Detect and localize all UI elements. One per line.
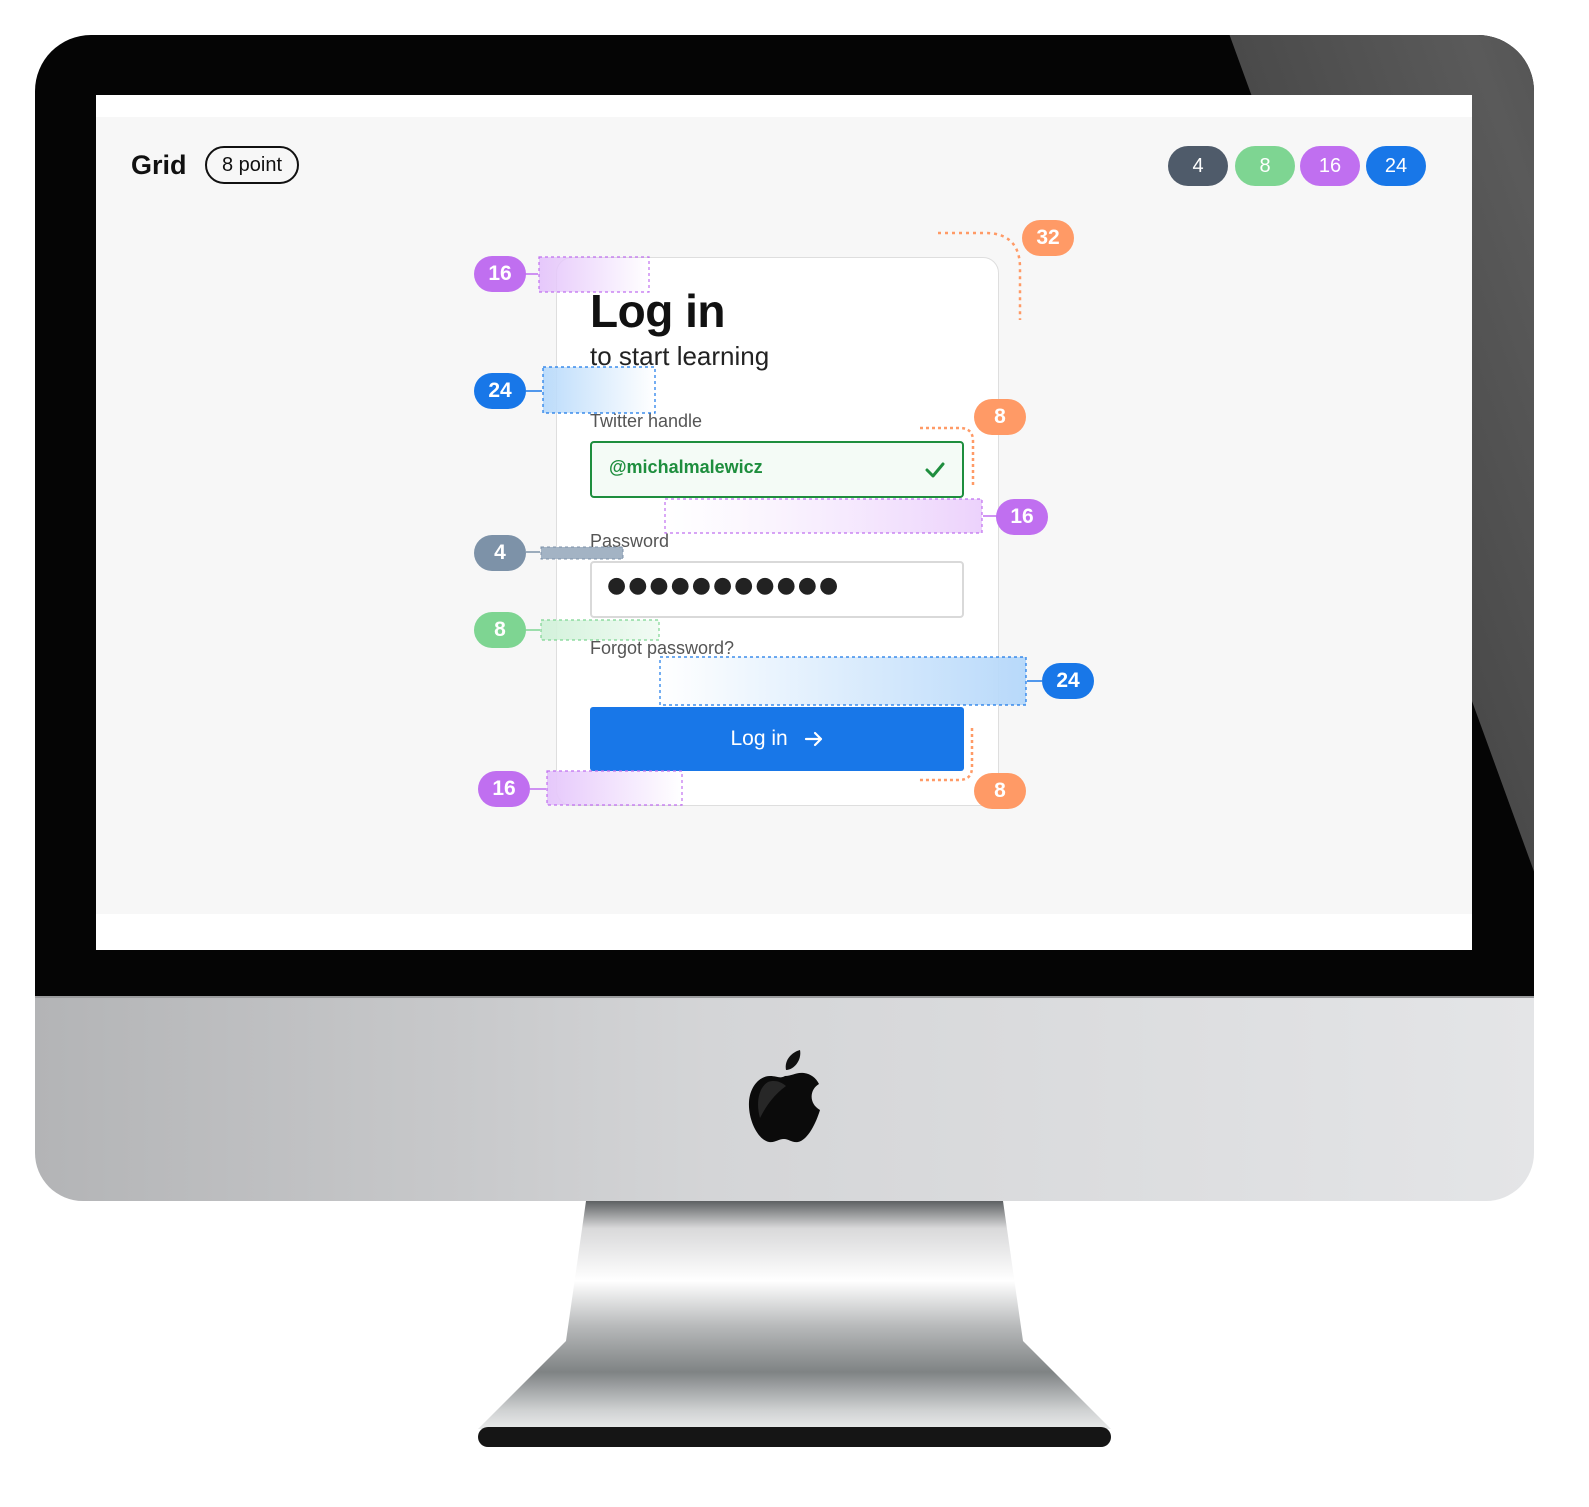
login-button-label: Log in (730, 727, 788, 750)
legend-pill-4: 4 (1168, 146, 1228, 186)
apple-logo-icon (748, 1050, 820, 1143)
arrow-right-icon (804, 732, 822, 747)
badge-button-gap: 24 (1042, 663, 1094, 699)
password-value: ●●●●●●●●●●● (607, 573, 841, 598)
login-title: Log in (590, 285, 725, 337)
badge-label-gap: 4 (474, 535, 526, 571)
checkmark-icon (925, 462, 945, 478)
badge-card-bottom: 16 (478, 771, 530, 807)
password-label: Password (590, 531, 670, 551)
legend-pill-24: 24 (1366, 146, 1426, 186)
badge-input-gap: 16 (996, 499, 1048, 535)
badge-card-radius: 32 (1022, 220, 1074, 256)
login-subtitle: to start learning (590, 341, 770, 371)
grid-type-pill: 8 point (205, 146, 299, 184)
twitter-handle-value: @michalmalewicz (609, 457, 763, 477)
forgot-password-link[interactable]: Forgot password? (590, 638, 734, 659)
legend-pill-16: 16 (1300, 146, 1360, 186)
login-button[interactable]: Log in (590, 707, 964, 771)
page-title: Grid (131, 150, 187, 180)
legend-pill-8: 8 (1235, 146, 1295, 186)
badge-title-top: 16 (474, 256, 526, 292)
twitter-handle-label: Twitter handle (590, 411, 703, 431)
badge-subtitle-gap: 24 (474, 373, 526, 409)
badge-input-radius: 8 (974, 399, 1026, 435)
imac-stand (478, 1201, 1111, 1447)
badge-button-radius: 8 (974, 773, 1026, 809)
badge-forgot-gap: 8 (474, 612, 526, 648)
